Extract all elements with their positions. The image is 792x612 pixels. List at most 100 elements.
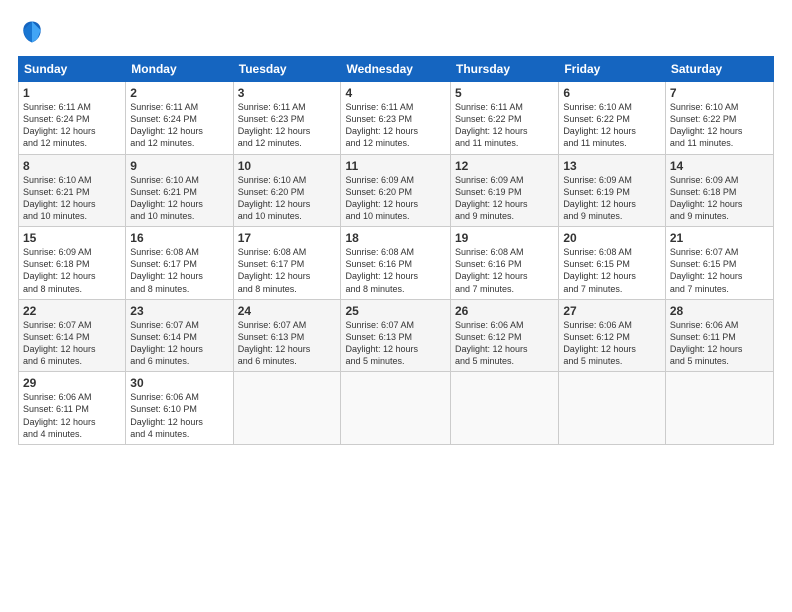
- day-cell: 15Sunrise: 6:09 AM Sunset: 6:18 PM Dayli…: [19, 227, 126, 300]
- day-number: 20: [563, 231, 661, 245]
- day-cell: 21Sunrise: 6:07 AM Sunset: 6:15 PM Dayli…: [665, 227, 773, 300]
- week-row-5: 29Sunrise: 6:06 AM Sunset: 6:11 PM Dayli…: [19, 372, 774, 445]
- day-cell: 5Sunrise: 6:11 AM Sunset: 6:22 PM Daylig…: [451, 82, 559, 155]
- day-number: 12: [455, 159, 554, 173]
- day-number: 10: [238, 159, 337, 173]
- day-info: Sunrise: 6:09 AM Sunset: 6:19 PM Dayligh…: [455, 174, 554, 223]
- day-cell: 25Sunrise: 6:07 AM Sunset: 6:13 PM Dayli…: [341, 299, 451, 372]
- day-cell: 6Sunrise: 6:10 AM Sunset: 6:22 PM Daylig…: [559, 82, 666, 155]
- day-number: 24: [238, 304, 337, 318]
- day-cell: 19Sunrise: 6:08 AM Sunset: 6:16 PM Dayli…: [451, 227, 559, 300]
- day-number: 8: [23, 159, 121, 173]
- day-number: 21: [670, 231, 769, 245]
- day-info: Sunrise: 6:11 AM Sunset: 6:24 PM Dayligh…: [23, 101, 121, 150]
- header-friday: Friday: [559, 57, 666, 82]
- day-info: Sunrise: 6:06 AM Sunset: 6:11 PM Dayligh…: [23, 391, 121, 440]
- day-number: 28: [670, 304, 769, 318]
- day-number: 1: [23, 86, 121, 100]
- week-row-3: 15Sunrise: 6:09 AM Sunset: 6:18 PM Dayli…: [19, 227, 774, 300]
- day-info: Sunrise: 6:09 AM Sunset: 6:18 PM Dayligh…: [670, 174, 769, 223]
- day-cell: 2Sunrise: 6:11 AM Sunset: 6:24 PM Daylig…: [126, 82, 233, 155]
- header-saturday: Saturday: [665, 57, 773, 82]
- day-number: 13: [563, 159, 661, 173]
- day-info: Sunrise: 6:11 AM Sunset: 6:24 PM Dayligh…: [130, 101, 228, 150]
- day-number: 25: [345, 304, 446, 318]
- day-cell: 11Sunrise: 6:09 AM Sunset: 6:20 PM Dayli…: [341, 154, 451, 227]
- day-info: Sunrise: 6:10 AM Sunset: 6:20 PM Dayligh…: [238, 174, 337, 223]
- week-row-4: 22Sunrise: 6:07 AM Sunset: 6:14 PM Dayli…: [19, 299, 774, 372]
- day-number: 22: [23, 304, 121, 318]
- calendar-table: SundayMondayTuesdayWednesdayThursdayFrid…: [18, 56, 774, 445]
- week-row-1: 1Sunrise: 6:11 AM Sunset: 6:24 PM Daylig…: [19, 82, 774, 155]
- day-info: Sunrise: 6:10 AM Sunset: 6:22 PM Dayligh…: [670, 101, 769, 150]
- day-cell: 27Sunrise: 6:06 AM Sunset: 6:12 PM Dayli…: [559, 299, 666, 372]
- day-cell: 8Sunrise: 6:10 AM Sunset: 6:21 PM Daylig…: [19, 154, 126, 227]
- week-row-2: 8 Sunrise: 6:10 AM Sunset: 6:21 PM Daylig…: [19, 154, 774, 227]
- day-cell: 7Sunrise: 6:10 AM Sunset: 6:22 PM Daylig…: [665, 82, 773, 155]
- day-info: Sunrise: 6:07 AM Sunset: 6:15 PM Dayligh…: [670, 246, 769, 295]
- day-info: Sunrise: 6:09 AM Sunset: 6:19 PM Dayligh…: [563, 174, 661, 223]
- day-cell: [559, 372, 666, 445]
- day-info: Sunrise: 6:09 AM Sunset: 6:18 PM Dayligh…: [23, 246, 121, 295]
- day-number: 27: [563, 304, 661, 318]
- day-number: 26: [455, 304, 554, 318]
- day-cell: 10Sunrise: 6:10 AM Sunset: 6:20 PM Dayli…: [233, 154, 341, 227]
- day-info: Sunrise: 6:11 AM Sunset: 6:23 PM Dayligh…: [238, 101, 337, 150]
- day-cell: 1Sunrise: 6:11 AM Sunset: 6:24 PM Daylig…: [19, 82, 126, 155]
- day-cell: 14Sunrise: 6:09 AM Sunset: 6:18 PM Dayli…: [665, 154, 773, 227]
- day-number: 19: [455, 231, 554, 245]
- day-cell: 9Sunrise: 6:10 AM Sunset: 6:21 PM Daylig…: [126, 154, 233, 227]
- logo: [18, 18, 50, 46]
- day-number: 17: [238, 231, 337, 245]
- day-cell: 29Sunrise: 6:06 AM Sunset: 6:11 PM Dayli…: [19, 372, 126, 445]
- day-number: 11: [345, 159, 446, 173]
- day-info: Sunrise: 6:06 AM Sunset: 6:10 PM Dayligh…: [130, 391, 228, 440]
- day-info: Sunrise: 6:10 AM Sunset: 6:21 PM Dayligh…: [130, 174, 228, 223]
- day-info: Sunrise: 6:10 AM Sunset: 6:22 PM Dayligh…: [563, 101, 661, 150]
- day-info: Sunrise: 6:07 AM Sunset: 6:14 PM Dayligh…: [23, 319, 121, 368]
- day-cell: [341, 372, 451, 445]
- header-sunday: Sunday: [19, 57, 126, 82]
- day-cell: 4Sunrise: 6:11 AM Sunset: 6:23 PM Daylig…: [341, 82, 451, 155]
- day-number: 30: [130, 376, 228, 390]
- page: SundayMondayTuesdayWednesdayThursdayFrid…: [0, 0, 792, 455]
- day-cell: 3Sunrise: 6:11 AM Sunset: 6:23 PM Daylig…: [233, 82, 341, 155]
- day-info: Sunrise: 6:08 AM Sunset: 6:17 PM Dayligh…: [130, 246, 228, 295]
- day-number: 5: [455, 86, 554, 100]
- header: [18, 18, 774, 46]
- day-number: 3: [238, 86, 337, 100]
- day-cell: 24Sunrise: 6:07 AM Sunset: 6:13 PM Dayli…: [233, 299, 341, 372]
- day-number: 2: [130, 86, 228, 100]
- day-info: Sunrise: 6:11 AM Sunset: 6:22 PM Dayligh…: [455, 101, 554, 150]
- day-cell: [233, 372, 341, 445]
- day-cell: [665, 372, 773, 445]
- day-number: 18: [345, 231, 446, 245]
- day-number: 4: [345, 86, 446, 100]
- day-info: Sunrise: 6:08 AM Sunset: 6:15 PM Dayligh…: [563, 246, 661, 295]
- day-cell: 13Sunrise: 6:09 AM Sunset: 6:19 PM Dayli…: [559, 154, 666, 227]
- day-info: Sunrise: 6:09 AM Sunset: 6:20 PM Dayligh…: [345, 174, 446, 223]
- day-cell: 18Sunrise: 6:08 AM Sunset: 6:16 PM Dayli…: [341, 227, 451, 300]
- day-cell: 17Sunrise: 6:08 AM Sunset: 6:17 PM Dayli…: [233, 227, 341, 300]
- day-info: Sunrise: 6:06 AM Sunset: 6:11 PM Dayligh…: [670, 319, 769, 368]
- day-number: 23: [130, 304, 228, 318]
- logo-icon: [18, 18, 46, 46]
- day-number: 6: [563, 86, 661, 100]
- day-number: 14: [670, 159, 769, 173]
- day-cell: 23Sunrise: 6:07 AM Sunset: 6:14 PM Dayli…: [126, 299, 233, 372]
- day-info: Sunrise: 6:08 AM Sunset: 6:17 PM Dayligh…: [238, 246, 337, 295]
- day-info: Sunrise: 6:07 AM Sunset: 6:13 PM Dayligh…: [345, 319, 446, 368]
- day-cell: 22Sunrise: 6:07 AM Sunset: 6:14 PM Dayli…: [19, 299, 126, 372]
- day-info: Sunrise: 6:08 AM Sunset: 6:16 PM Dayligh…: [345, 246, 446, 295]
- day-cell: 16Sunrise: 6:08 AM Sunset: 6:17 PM Dayli…: [126, 227, 233, 300]
- day-info: Sunrise: 6:06 AM Sunset: 6:12 PM Dayligh…: [563, 319, 661, 368]
- day-info: Sunrise: 6:11 AM Sunset: 6:23 PM Dayligh…: [345, 101, 446, 150]
- day-cell: 26Sunrise: 6:06 AM Sunset: 6:12 PM Dayli…: [451, 299, 559, 372]
- day-number: 9: [130, 159, 228, 173]
- header-tuesday: Tuesday: [233, 57, 341, 82]
- day-cell: 20Sunrise: 6:08 AM Sunset: 6:15 PM Dayli…: [559, 227, 666, 300]
- day-info: Sunrise: 6:06 AM Sunset: 6:12 PM Dayligh…: [455, 319, 554, 368]
- day-cell: [451, 372, 559, 445]
- day-info: Sunrise: 6:07 AM Sunset: 6:14 PM Dayligh…: [130, 319, 228, 368]
- header-monday: Monday: [126, 57, 233, 82]
